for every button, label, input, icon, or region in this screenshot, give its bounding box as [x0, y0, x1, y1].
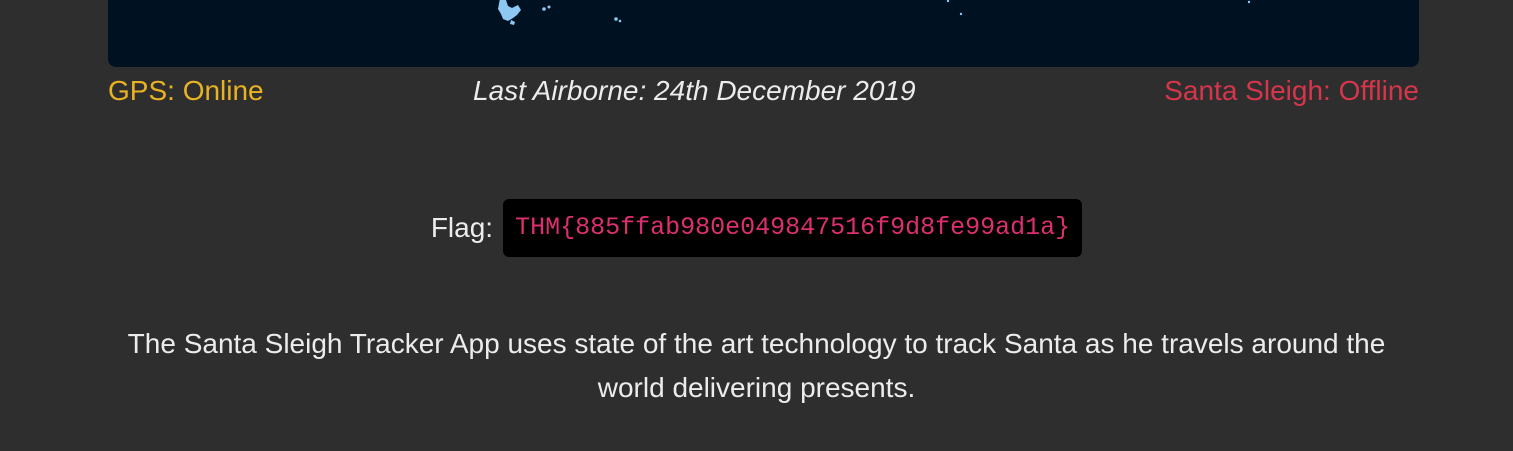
status-bar: GPS: Online Last Airborne: 24th December…: [108, 73, 1419, 109]
flag-label: Flag:: [430, 212, 494, 243]
flag-value: THM{885ffab980e049847516f9d8fe99ad1a}: [503, 199, 1083, 257]
world-map: [108, 0, 1419, 67]
sleigh-status: Santa Sleigh: Offline: [1164, 75, 1419, 106]
app-description: The Santa Sleigh Tracker App uses state …: [127, 328, 1386, 403]
page: GPS: Online Last Airborne: 24th December…: [0, 0, 1513, 451]
flag-section: Flag: THM{885ffab980e049847516f9d8fe99ad…: [0, 199, 1513, 257]
last-airborne-status: Last Airborne: 24th December 2019: [473, 75, 916, 106]
gps-status: GPS: Online: [108, 75, 264, 106]
map-land-shapes: [498, 0, 1251, 25]
